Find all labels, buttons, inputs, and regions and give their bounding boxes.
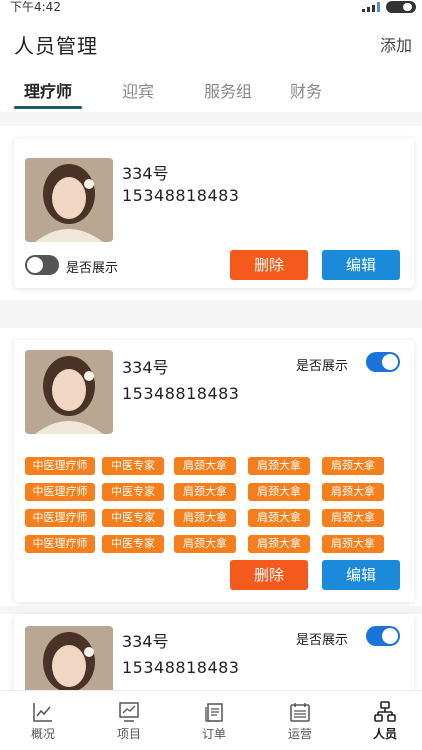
nav-label: 人员 <box>372 727 397 741</box>
skill-tag: 中医专家 <box>102 457 164 475</box>
battery-icon <box>386 1 416 13</box>
skill-tag: 肩颈大拿 <box>174 457 236 475</box>
section-divider <box>0 300 422 328</box>
show-toggle[interactable] <box>366 626 400 646</box>
section-divider <box>0 606 422 614</box>
skill-tag: 肩颈大拿 <box>248 457 310 475</box>
delete-button[interactable]: 删除 <box>230 560 308 590</box>
staff-phone: 15348818483 <box>122 384 240 403</box>
tab-active-indicator <box>14 106 82 109</box>
show-toggle-label: 是否展示 <box>296 359 349 374</box>
nav-operations[interactable]: 运营 <box>270 697 330 747</box>
skill-tag: 肩颈大拿 <box>322 457 384 475</box>
nav-label: 项目 <box>116 727 141 741</box>
show-toggle-label: 是否展示 <box>296 633 349 648</box>
skill-tag: 中医理疗师 <box>25 483 95 501</box>
show-toggle-label: 是否展示 <box>66 261 119 276</box>
skill-tag: 中医理疗师 <box>25 457 95 475</box>
staff-card: 334号 15348818483 是否展示 中医理疗师 中医专家 肩颈大拿 肩颈… <box>14 340 414 602</box>
nav-label: 运营 <box>287 727 312 741</box>
nav-label: 订单 <box>201 727 226 741</box>
nav-orders[interactable]: 订单 <box>184 697 244 747</box>
staff-phone: 15348818483 <box>122 186 240 205</box>
page-title: 人员管理 <box>14 34 98 58</box>
skill-tag: 中医专家 <box>102 535 164 553</box>
nav-label: 概况 <box>30 727 55 741</box>
nav-projects[interactable]: 项目 <box>99 697 159 747</box>
bottom-nav: 概况 项目 订单 运营 人员 <box>0 690 422 750</box>
skill-tag: 肩颈大拿 <box>248 483 310 501</box>
staff-name: 334号 <box>122 164 169 183</box>
tab-service-group[interactable]: 服务组 <box>204 78 252 102</box>
tab-greeter[interactable]: 迎宾 <box>122 78 154 102</box>
staff-card: 334号 15348818483 是否展示 删除 编辑 <box>14 138 414 288</box>
tab-therapist[interactable]: 理疗师 <box>24 78 72 102</box>
skill-tag: 肩颈大拿 <box>174 483 236 501</box>
skill-tag: 肩颈大拿 <box>322 535 384 553</box>
skill-tag: 中医专家 <box>102 483 164 501</box>
monitor-chart-icon <box>119 702 139 722</box>
tab-finance[interactable]: 财务 <box>290 78 322 102</box>
section-divider <box>0 112 422 126</box>
skill-tag: 肩颈大拿 <box>174 509 236 527</box>
signal-icon <box>362 2 380 12</box>
page-header: 人员管理 添加 <box>0 20 422 66</box>
show-toggle[interactable] <box>25 255 59 275</box>
add-button[interactable]: 添加 <box>380 32 412 56</box>
staff-name: 334号 <box>122 358 169 377</box>
staff-card: 334号 15348818483 是否展示 <box>14 614 414 690</box>
avatar <box>25 158 113 242</box>
nav-overview[interactable]: 概况 <box>13 697 73 747</box>
edit-button[interactable]: 编辑 <box>322 250 400 280</box>
show-toggle[interactable] <box>366 352 400 372</box>
edit-button[interactable]: 编辑 <box>322 560 400 590</box>
skill-tag: 肩颈大拿 <box>174 535 236 553</box>
delete-button[interactable]: 删除 <box>230 250 308 280</box>
skill-tag: 中医理疗师 <box>25 509 95 527</box>
staff-phone: 15348818483 <box>122 658 240 677</box>
skill-tag: 肩颈大拿 <box>322 483 384 501</box>
skill-tag: 肩颈大拿 <box>322 509 384 527</box>
staff-name: 334号 <box>122 632 169 651</box>
avatar <box>25 626 113 690</box>
avatar <box>25 350 113 434</box>
nav-staff[interactable]: 人员 <box>355 697 415 747</box>
calendar-list-icon <box>290 703 310 722</box>
skill-tag: 中医专家 <box>102 509 164 527</box>
status-time: 下午4:42 <box>10 0 61 14</box>
document-stack-icon <box>205 703 223 722</box>
skill-tag: 中医理疗师 <box>25 535 95 553</box>
org-chart-icon <box>374 701 396 722</box>
chart-line-icon <box>33 703 52 722</box>
tab-bar: 理疗师 迎宾 服务组 财务 <box>0 72 422 112</box>
status-bar: 下午4:42 <box>0 0 422 14</box>
skill-tag: 肩颈大拿 <box>248 509 310 527</box>
skill-tag: 肩颈大拿 <box>248 535 310 553</box>
